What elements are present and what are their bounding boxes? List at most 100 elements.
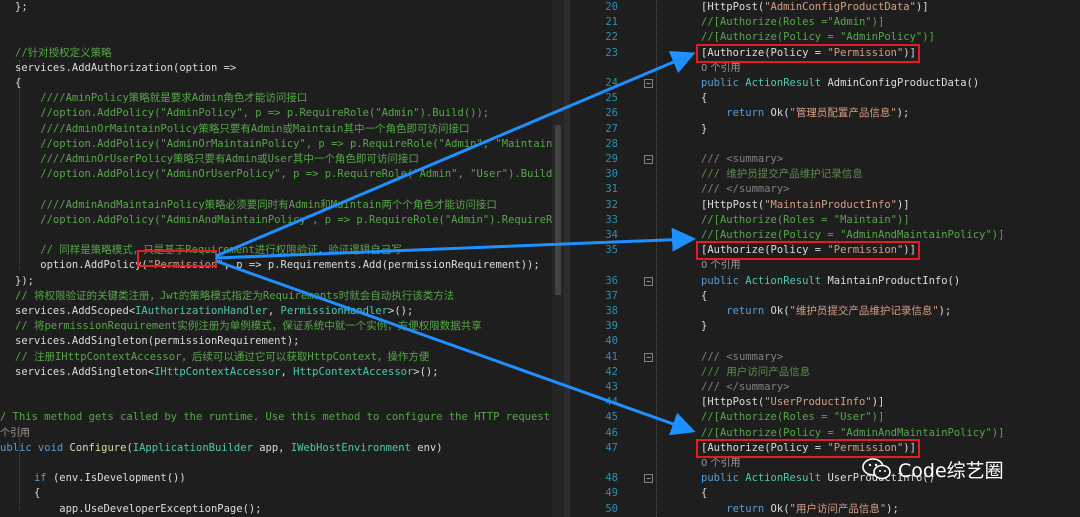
code-token: , p => p.Requirements.Add(permissionRequ… <box>223 259 540 272</box>
code-token: ////AdminAndMaintainPolicy策略必须要同时有Admin和… <box>15 198 497 211</box>
code-line: ////AdminOrMaintainPolicy策略只要有Admin或Main… <box>15 122 469 137</box>
fold-toggle-icon[interactable]: − <box>644 474 653 484</box>
code-line: }); <box>15 274 34 289</box>
code-token: )] <box>915 1 929 13</box>
code-token: //option.AddPolicy("AdminAndMaintainPoli… <box>15 213 552 226</box>
code-token: ActionResult <box>745 274 822 287</box>
code-token: IHttpContextAccessor <box>154 365 281 378</box>
code-token: app, <box>252 441 291 454</box>
line-number: 33 <box>605 213 618 226</box>
code-line: //option.AddPolicy("AdminAndMaintainPoli… <box>15 213 552 228</box>
code-token: ActionResult <box>745 472 822 485</box>
code-line: }; <box>15 0 28 15</box>
fold-toggle-icon[interactable]: − <box>644 155 653 164</box>
code-token: services.AddScoped< <box>15 305 136 317</box>
code-token: ); <box>938 305 952 317</box>
code-token: ////AdminOrUserPolicy策略只要有Admin或User其中一个… <box>15 153 419 165</box>
code-token: , <box>267 305 281 317</box>
code-token: //option.AddPolicy("AdminOrMaintainPolic… <box>15 137 552 150</box>
code-line: // 将权限验证的关键类注册，Jwt的策略模式指定为Requirements时就… <box>15 289 454 304</box>
code-token: ublic void <box>0 441 70 454</box>
code-token: "AdminConfigProductData" <box>764 1 916 13</box>
code-token: //option.AddPolicy("AdminPolicy", p => p… <box>15 107 490 120</box>
code-token: MaintainProductInfo() <box>821 274 961 287</box>
code-token: public <box>701 274 746 287</box>
line-number: 39 <box>605 320 618 333</box>
left-code-editor[interactable]: }; //针对授权定义策略 services.AddAuthorization(op… <box>0 0 552 517</box>
code-token: // 注册IHttpContextAccessor，后续可以通过它可以获取Htt… <box>15 350 430 363</box>
code-token: </summary> <box>726 183 790 196</box>
code-token: ////AminPolicy策略就是要求Admin角色才能访问接口 <box>15 92 308 105</box>
left-editor-scrollbar[interactable] <box>552 0 564 517</box>
code-token: "管理员配置产品信息" <box>789 107 897 120</box>
indent-guide <box>656 0 657 517</box>
line-number: 20 <box>605 1 618 13</box>
code-token: Ok( <box>770 305 790 317</box>
code-token: <summary> <box>726 153 784 165</box>
code-token: env) <box>410 441 443 454</box>
permission-highlight-box <box>137 250 217 267</box>
line-number: 49 <box>605 487 618 500</box>
code-token: PermissionHandler <box>280 305 388 317</box>
line-number: 24 <box>605 77 618 89</box>
line-number: 29 <box>605 153 618 165</box>
scrollbar-thumb[interactable] <box>555 125 561 295</box>
code-line: if (env.IsDevelopment()) <box>15 471 186 486</box>
permission-highlight-box <box>696 43 920 63</box>
line-number: 43 <box>605 381 618 393</box>
code-line: services.AddSingleton<IHttpContextAccess… <box>15 365 439 380</box>
code-token: >(); <box>388 305 414 317</box>
code-token: "维护员提交产品维护记录信息" <box>789 305 939 317</box>
line-number: 37 <box>605 289 618 302</box>
code-token: /// <box>701 183 727 196</box>
code-token: [HttpPost( <box>701 198 765 211</box>
code-token: if <box>15 472 53 485</box>
line-number: 36 <box>605 274 618 287</box>
code-line: services.AddScoped<IAuthorizationHandler… <box>15 304 413 319</box>
code-line: //option.AddPolicy("AdminPolicy", p => p… <box>15 106 489 121</box>
code-line: /// <summary> <box>701 152 783 167</box>
code-token: public <box>701 77 746 89</box>
code-token: /// 维护员提交产品维护记录信息 <box>701 168 863 181</box>
code-line: //针对授权定义策略 <box>15 46 112 61</box>
code-token: //[Authorize(Policy = "AdminPolicy")] <box>701 31 935 44</box>
fold-toggle-icon[interactable]: − <box>644 79 653 88</box>
code-line: //[Authorize(Roles = "Maintain")] <box>701 213 910 228</box>
code-token: [HttpPost( <box>701 396 765 409</box>
code-token: public <box>701 472 746 485</box>
code-token: [HttpPost( <box>701 1 765 13</box>
code-token: { <box>701 92 708 105</box>
code-token: HttpContextAccessor <box>293 365 414 378</box>
code-token: return <box>701 107 771 120</box>
code-line: 0 个引用 <box>701 456 741 471</box>
code-token: /// <box>701 153 727 165</box>
code-token: /// 用户访问产品信息 <box>701 365 811 378</box>
fold-toggle-icon[interactable]: − <box>644 276 653 286</box>
code-token: 0 个引用 <box>701 458 741 469</box>
code-token: //[Authorize(Roles ="Admin")] <box>701 16 885 29</box>
line-number: 26 <box>605 107 618 120</box>
code-token: "UserProductInfo" <box>764 396 872 409</box>
code-token: Ok( <box>770 107 790 120</box>
code-token: >(); <box>413 365 439 378</box>
code-token: <summary> <box>726 350 784 363</box>
code-line: 0 个引用 <box>701 258 741 273</box>
line-number: 28 <box>605 137 618 150</box>
code-token: }); <box>15 274 34 287</box>
code-line: services.AddSingleton(permissionRequirem… <box>15 334 299 349</box>
code-token: IApplicationBuilder <box>132 441 253 454</box>
code-line: // 将permissionRequirement实例注册为单例模式，保证系统中… <box>15 319 482 334</box>
code-line: { <box>701 289 707 304</box>
line-number: 46 <box>605 426 618 439</box>
code-line: ////AdminOrUserPolicy策略只要有Admin或User其中一个… <box>15 152 419 167</box>
line-number: 41 <box>605 350 618 363</box>
code-token: //option.AddPolicy("AdminOrUserPolicy", … <box>15 168 552 181</box>
code-token: option.AddPolicy( <box>15 259 148 272</box>
fold-toggle-icon[interactable]: − <box>644 352 653 362</box>
line-number: 45 <box>605 411 618 424</box>
code-line: } <box>701 122 707 137</box>
code-token: ActionResult <box>745 77 822 89</box>
right-code-editor[interactable]: 20 [HttpPost("AdminConfigProductData")] 21… <box>570 0 1080 517</box>
line-number: 21 <box>605 16 618 29</box>
code-token: services.AddSingleton< <box>15 365 155 378</box>
